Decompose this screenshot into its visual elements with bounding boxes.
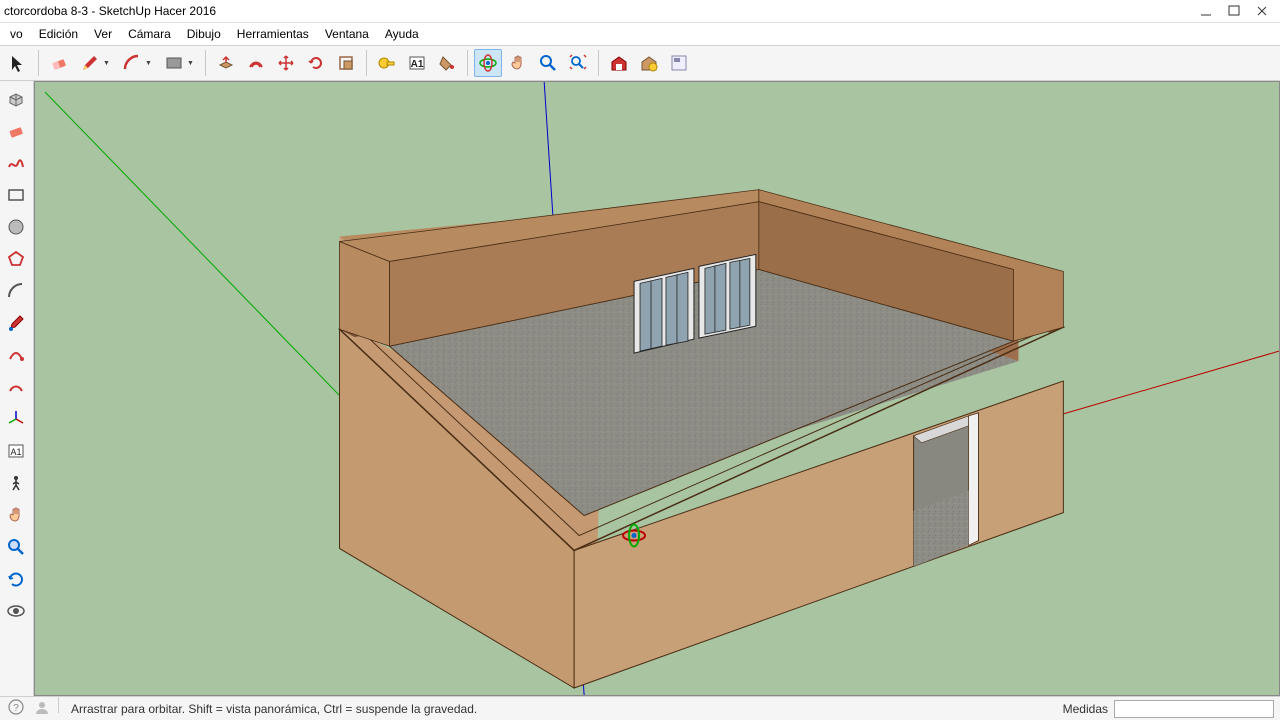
paint2-tool[interactable] xyxy=(2,309,30,337)
arc-tool[interactable]: ▼ xyxy=(117,49,157,77)
zoom2-tool[interactable] xyxy=(2,533,30,561)
look-tool[interactable] xyxy=(2,597,30,625)
menu-ventana[interactable]: Ventana xyxy=(317,25,377,43)
pushpull-tool[interactable] xyxy=(212,49,240,77)
close-button[interactable] xyxy=(1248,1,1276,21)
freehand-tool[interactable] xyxy=(2,149,30,177)
prev-tool[interactable] xyxy=(2,565,30,593)
statusbar: ? Arrastrar para orbitar. Shift = vista … xyxy=(0,696,1280,720)
measure-label: Medidas xyxy=(1063,702,1108,716)
toolbar-separator xyxy=(467,50,468,76)
window-title: ctorcordoba 8-3 - SketchUp Hacer 2016 xyxy=(4,4,1192,18)
pan-tool[interactable] xyxy=(504,49,532,77)
status-sep xyxy=(58,697,59,713)
eraser-tool[interactable] xyxy=(45,49,73,77)
rectangle-tool[interactable] xyxy=(2,181,30,209)
select-tool[interactable] xyxy=(4,49,32,77)
toolbar-separator xyxy=(366,50,367,76)
walk-tool[interactable] xyxy=(2,469,30,497)
orbit-tool[interactable] xyxy=(474,49,502,77)
status-icon-user[interactable] xyxy=(32,697,52,720)
measure-input[interactable] xyxy=(1114,700,1274,718)
maximize-button[interactable] xyxy=(1220,1,1248,21)
menu-ayuda[interactable]: Ayuda xyxy=(377,25,427,43)
paint-tool[interactable] xyxy=(433,49,461,77)
text-tool[interactable] xyxy=(403,49,431,77)
menu-archivo[interactable]: vo xyxy=(2,25,31,43)
minimize-button[interactable] xyxy=(1192,1,1220,21)
viewport-3d[interactable] xyxy=(34,81,1280,696)
offset-tool[interactable] xyxy=(242,49,270,77)
dropdown-caret-icon: ▼ xyxy=(187,60,194,67)
toolbar-left xyxy=(0,81,34,696)
ext-warehouse-tool[interactable] xyxy=(635,49,663,77)
move-tool[interactable] xyxy=(272,49,300,77)
titlebar: ctorcordoba 8-3 - SketchUp Hacer 2016 xyxy=(0,0,1280,23)
toolbar-separator xyxy=(38,50,39,76)
menu-dibujo[interactable]: Dibujo xyxy=(179,25,229,43)
toolbar-separator xyxy=(205,50,206,76)
pan2-tool[interactable] xyxy=(2,501,30,529)
toolbar-separator xyxy=(598,50,599,76)
tape-tool[interactable] xyxy=(373,49,401,77)
dim-tool[interactable] xyxy=(2,437,30,465)
layout-tool[interactable] xyxy=(665,49,693,77)
rotate-tool[interactable] xyxy=(302,49,330,77)
menu-herramientas[interactable]: Herramientas xyxy=(229,25,317,43)
followme-tool[interactable] xyxy=(2,341,30,369)
dropdown-caret-icon: ▼ xyxy=(145,60,152,67)
status-icon-help[interactable]: ? xyxy=(6,697,26,720)
zoom-tool[interactable] xyxy=(534,49,562,77)
axes-tool[interactable] xyxy=(2,405,30,433)
circle-tool[interactable] xyxy=(2,213,30,241)
toolbar-top: ▼ ▼ ▼ xyxy=(0,45,1280,81)
line-tool[interactable]: ▼ xyxy=(75,49,115,77)
shape-tool[interactable]: ▼ xyxy=(159,49,199,77)
workspace xyxy=(0,81,1280,696)
offset2-tool[interactable] xyxy=(2,373,30,401)
svg-text:?: ? xyxy=(13,703,19,714)
scale-tool[interactable] xyxy=(332,49,360,77)
component-tool[interactable] xyxy=(2,85,30,113)
menu-ver[interactable]: Ver xyxy=(86,25,120,43)
polygon-tool[interactable] xyxy=(2,245,30,273)
warehouse-tool[interactable] xyxy=(605,49,633,77)
status-hint: Arrastrar para orbitar. Shift = vista pa… xyxy=(71,702,1063,716)
zoom-extents-tool[interactable] xyxy=(564,49,592,77)
menubar: vo Edición Ver Cámara Dibujo Herramienta… xyxy=(0,23,1280,45)
arc2-tool[interactable] xyxy=(2,277,30,305)
eraser2-tool[interactable] xyxy=(2,117,30,145)
menu-edicion[interactable]: Edición xyxy=(31,25,86,43)
dropdown-caret-icon: ▼ xyxy=(103,60,110,67)
menu-camara[interactable]: Cámara xyxy=(120,25,179,43)
